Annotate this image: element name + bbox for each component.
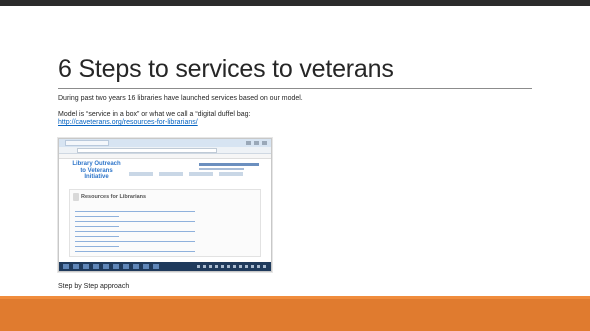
footer-band — [0, 299, 590, 331]
screenshot-header-subtext — [199, 168, 244, 170]
screenshot-caption: Step by Step approach — [58, 283, 130, 290]
resources-link[interactable]: http://caveterans.org/resources-for-libr… — [58, 118, 198, 127]
screenshot-heading-icon — [73, 193, 79, 201]
screenshot-header-text — [199, 163, 259, 166]
screenshot-nav-bar — [129, 172, 249, 176]
title-divider — [58, 88, 532, 89]
screenshot-page-heading: Resources for Librarians — [81, 194, 147, 200]
screenshot-taskbar-icons — [63, 264, 163, 269]
screenshot-window-controls — [246, 141, 268, 145]
screenshot-browser-tab — [65, 140, 109, 146]
body-line-1: During past two years 16 libraries have … — [58, 95, 303, 102]
top-bar — [0, 0, 590, 6]
slide: 6 Steps to services to veterans During p… — [0, 0, 590, 331]
screenshot-menu-bar — [59, 154, 271, 159]
screenshot-logo-text: Library Outreach to Veterans Initiative — [72, 161, 121, 180]
embedded-browser-screenshot: Library Outreach to Veterans Initiative … — [58, 138, 272, 272]
screenshot-address-field — [77, 148, 217, 153]
screenshot-site-logo: Library Outreach to Veterans Initiative — [69, 161, 124, 181]
screenshot-link-list-variation — [119, 211, 199, 255]
screenshot-system-tray — [197, 265, 267, 268]
slide-title: 6 Steps to services to veterans — [58, 55, 394, 83]
